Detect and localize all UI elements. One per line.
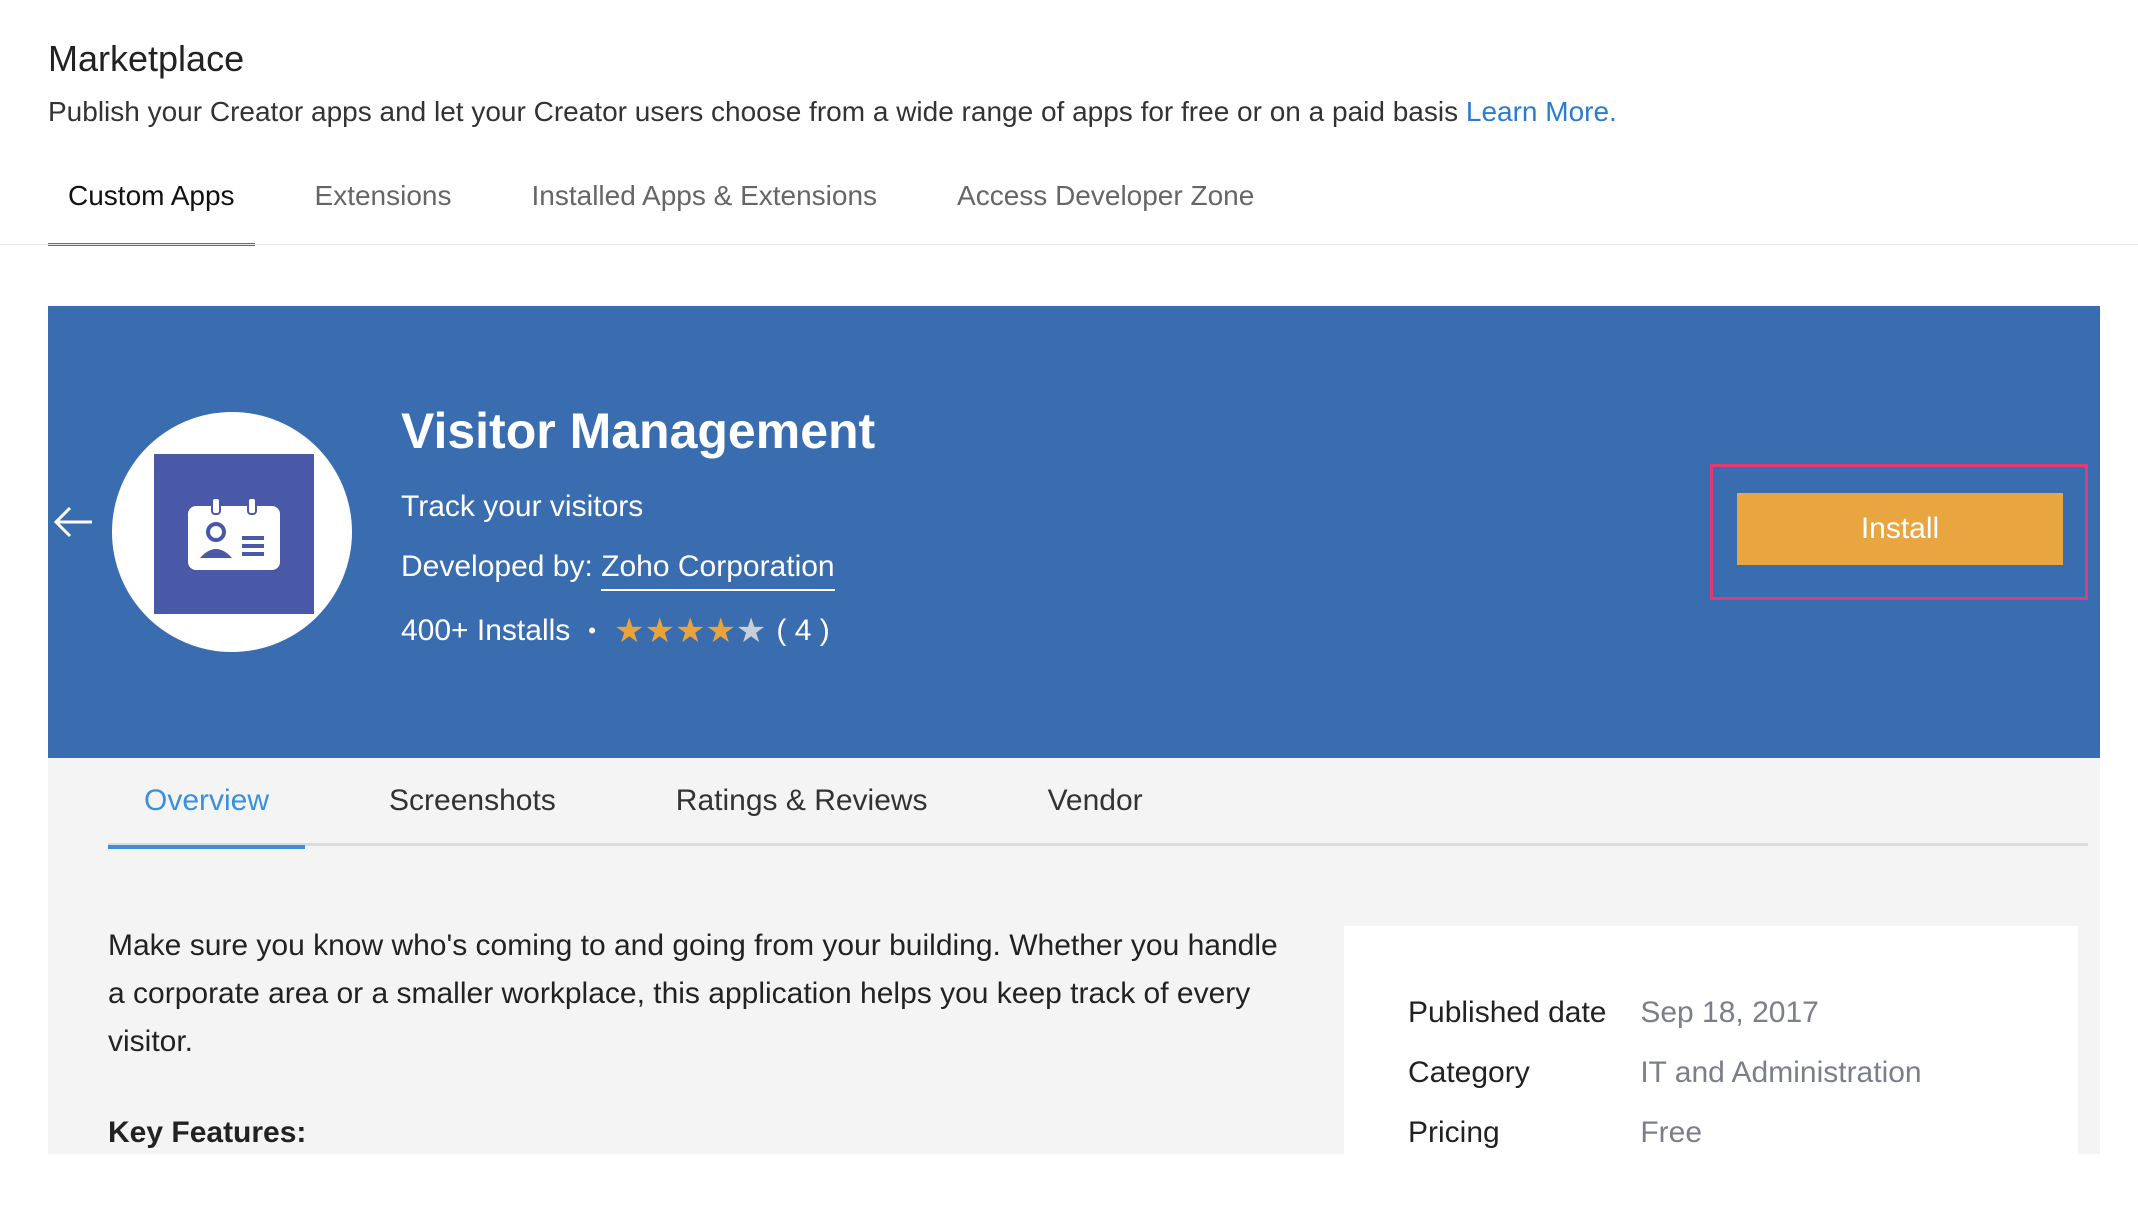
- app-stats: 400+ Installs • ★ ★ ★ ★ ★ ( 4 ): [401, 614, 830, 648]
- tab-ratings-reviews[interactable]: Ratings & Reviews: [640, 758, 964, 846]
- star-filled-icon: ★: [674, 612, 706, 650]
- app-name: Visitor Management: [401, 403, 876, 459]
- info-row-category: Category IT and Administration: [1408, 1056, 1922, 1090]
- star-empty-icon: ★: [735, 612, 767, 650]
- app-developer: Developed by: Zoho Corporation: [401, 550, 835, 591]
- app-details: Overview Screenshots Ratings & Reviews V…: [48, 758, 2100, 1154]
- install-count: 400+ Installs: [401, 614, 571, 647]
- tab-screenshots[interactable]: Screenshots: [353, 758, 592, 846]
- learn-more-link[interactable]: Learn More.: [1466, 96, 1617, 127]
- app-logo: [112, 412, 352, 652]
- published-label: Published date: [1408, 996, 1607, 1029]
- published-value: Sep 18, 2017: [1640, 996, 1819, 1029]
- app-banner: Visitor Management Track your visitors D…: [48, 306, 2100, 758]
- pricing-value: Free: [1640, 1116, 1703, 1149]
- developer-link[interactable]: Zoho Corporation: [601, 550, 835, 591]
- info-row-pricing: Pricing Free: [1408, 1116, 1702, 1150]
- subtitle-text: Publish your Creator apps and let your C…: [48, 96, 1459, 127]
- info-row-published: Published date Sep 18, 2017: [1408, 996, 1819, 1030]
- tab-extensions[interactable]: Extensions: [315, 170, 452, 246]
- app-tagline: Track your visitors: [401, 490, 644, 523]
- tab-custom-apps[interactable]: Custom Apps: [48, 170, 255, 246]
- category-value: IT and Administration: [1640, 1056, 1922, 1089]
- marketplace-tabs: Custom Apps Extensions Installed Apps & …: [48, 170, 1334, 246]
- install-button[interactable]: Install: [1737, 493, 2063, 565]
- star-filled-icon: ★: [705, 612, 736, 650]
- detail-tabs: Overview Screenshots Ratings & Reviews V…: [108, 758, 2088, 849]
- category-label: Category: [1408, 1056, 1530, 1089]
- developed-by-label: Developed by:: [401, 550, 593, 583]
- tab-overview[interactable]: Overview: [108, 758, 306, 849]
- separator-dot: •: [588, 618, 596, 643]
- tab-installed-apps[interactable]: Installed Apps & Extensions: [532, 170, 878, 246]
- tabs-divider: [0, 244, 2138, 245]
- page-title: Marketplace: [48, 38, 245, 79]
- rating-stars: ★ ★ ★ ★ ★: [614, 614, 766, 648]
- key-features-heading: Key Features:: [108, 1116, 307, 1149]
- back-arrow-icon[interactable]: [52, 500, 96, 544]
- page-subtitle: Publish your Creator apps and let your C…: [48, 96, 1617, 128]
- star-filled-icon: ★: [613, 612, 645, 650]
- tab-vendor[interactable]: Vendor: [1012, 758, 1179, 846]
- star-filled-icon: ★: [644, 612, 675, 650]
- app-description: Make sure you know who's coming to and g…: [108, 929, 1278, 1058]
- app-info-card: Published date Sep 18, 2017 Category IT …: [1344, 926, 2078, 1154]
- pricing-label: Pricing: [1408, 1116, 1500, 1149]
- install-highlight: Install: [1710, 464, 2088, 600]
- id-badge-icon: [154, 454, 314, 614]
- tab-developer-zone[interactable]: Access Developer Zone: [957, 170, 1254, 246]
- rating-count: ( 4 ): [776, 614, 830, 647]
